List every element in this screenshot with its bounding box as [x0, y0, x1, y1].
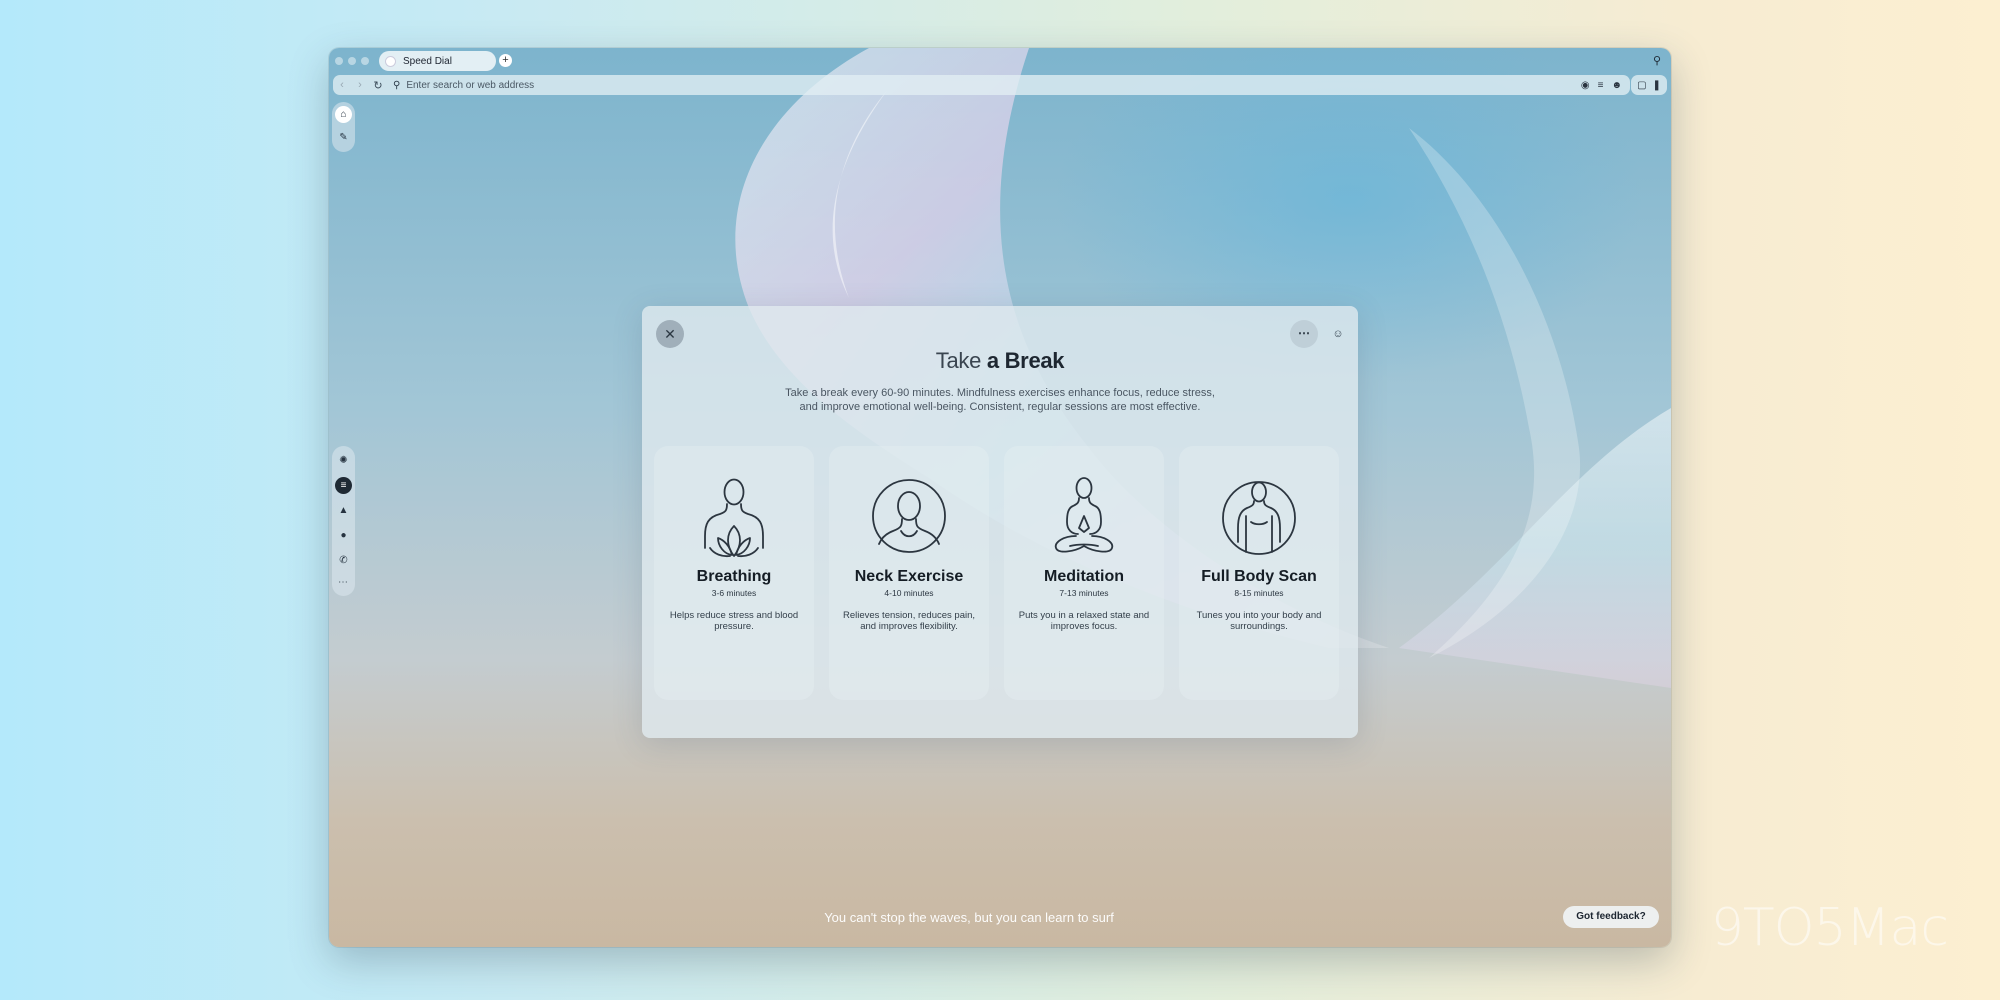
mixer-app-icon[interactable]: ≡ [335, 477, 352, 494]
address-bar: ‹ › ↻ ⚲ Enter search or web address ◉ ≡ … [333, 75, 1630, 95]
reload-icon[interactable]: ↻ [369, 79, 387, 92]
exercise-card-meditation[interactable]: Meditation 7-13 minutes Puts you in a re… [1004, 446, 1164, 700]
exercise-card-neck-exercise[interactable]: Neck Exercise 4-10 minutes Relieves tens… [829, 446, 989, 700]
back-icon[interactable]: ‹ [333, 79, 351, 91]
address-input[interactable]: Enter search or web address [406, 80, 534, 91]
sidebar-toggle-icon[interactable]: ❚ [1653, 80, 1661, 91]
tab-speed-dial[interactable]: Speed Dial [379, 51, 496, 71]
zoom-window-dot[interactable] [361, 57, 369, 65]
description-line-2: and improve emotional well-being. Consis… [799, 401, 1201, 413]
wallpaper-quote: You can't stop the waves, but you can le… [824, 910, 1114, 925]
tab-search-icon[interactable]: ⚲ [1653, 54, 1661, 67]
full-body-scan-figure-icon [1222, 481, 1296, 555]
exercise-duration: 8-15 minutes [1234, 588, 1284, 598]
tab-bar: Speed Dial + ⚲ [329, 48, 1671, 76]
breathing-figure-icon [704, 478, 764, 558]
reader-view-icon[interactable]: ≡ [1598, 80, 1604, 91]
more-options-button[interactable]: ⋯ [1290, 320, 1318, 348]
title-light: Take [935, 348, 982, 373]
watermark: 9TO5Mac [1710, 898, 1949, 958]
exercise-card-breathing[interactable]: Breathing 3-6 minutes Helps reduce stres… [654, 446, 814, 700]
dialog-title: Take a Break [642, 348, 1358, 374]
sidebar-apps: ✺ ≡ ▲ ● ✆ ⋯ [332, 446, 355, 596]
home-icon[interactable]: ⌂ [335, 106, 352, 123]
exercise-description: Tunes you into your body and surrounding… [1196, 610, 1322, 632]
search-icon: ⚲ [393, 79, 401, 91]
feedback-smile-icon[interactable]: ☺ [1330, 326, 1346, 342]
camera-icon[interactable]: ◉ [1581, 80, 1590, 91]
exercise-duration: 4-10 minutes [884, 588, 934, 598]
meditation-figure-icon [1054, 477, 1114, 553]
workspaces-icon[interactable]: ✺ [335, 452, 352, 469]
dialog-description: Take a break every 60-90 minutes. Mindfu… [762, 386, 1238, 414]
sidebar-top: ⌂ ✎ [332, 102, 355, 152]
tab-label: Speed Dial [403, 55, 452, 67]
exercise-description: Helps reduce stress and blood pressure. [669, 610, 799, 632]
pinboard-icon[interactable]: ▲ [335, 502, 352, 519]
title-bold: a Break [986, 348, 1065, 373]
close-window-dot[interactable] [335, 57, 343, 65]
more-apps-icon[interactable]: ⋯ [338, 577, 349, 588]
exercise-card-full-body-scan[interactable]: Full Body Scan 8-15 minutes Tunes you in… [1179, 446, 1339, 700]
exercise-description: Relieves tension, reduces pain, and impr… [842, 610, 976, 632]
new-tab-button[interactable]: + [499, 54, 512, 67]
minimize-window-dot[interactable] [348, 57, 356, 65]
exercise-name: Full Body Scan [1201, 568, 1317, 585]
exercise-duration: 3-6 minutes [711, 588, 757, 598]
exercise-name: Meditation [1044, 568, 1124, 585]
exercise-duration: 7-13 minutes [1059, 588, 1109, 598]
profile-icon[interactable]: ☻ [1611, 80, 1622, 91]
neck-exercise-figure-icon [872, 479, 946, 553]
browser-window: Speed Dial + ⚲ ‹ › ↻ ⚲ Enter search or w… [329, 48, 1671, 947]
whatsapp-icon[interactable]: ✆ [335, 552, 352, 569]
speed-dial-favicon-icon [385, 55, 396, 67]
take-a-break-dialog: ✕ ⋯ ☺ Take a Break Take a break every 60… [642, 306, 1358, 738]
extensions-area: ▢ ❚ [1631, 75, 1667, 95]
forward-icon[interactable]: › [351, 79, 369, 91]
messenger-icon[interactable]: ● [335, 527, 352, 544]
exercise-name: Breathing [696, 568, 772, 585]
description-line-1: Take a break every 60-90 minutes. Mindfu… [785, 387, 1215, 399]
exercise-description: Puts you in a relaxed state and improves… [1018, 610, 1150, 632]
got-feedback-button[interactable]: Got feedback? [1563, 906, 1659, 928]
address-tools: ◉ ≡ ☻ [1581, 80, 1630, 91]
close-dialog-button[interactable]: ✕ [656, 320, 684, 348]
extensions-icon[interactable]: ▢ [1637, 80, 1646, 91]
aria-assistant-icon[interactable]: ✎ [335, 129, 352, 146]
exercise-name: Neck Exercise [854, 568, 964, 585]
